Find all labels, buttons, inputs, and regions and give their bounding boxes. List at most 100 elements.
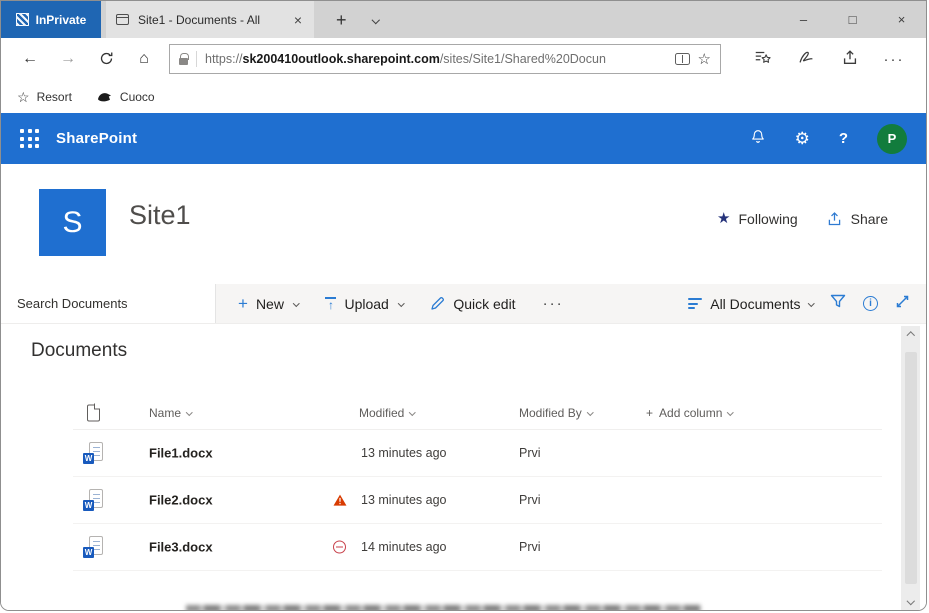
filter-button[interactable] — [830, 293, 846, 314]
file-type-column-header[interactable] — [87, 404, 100, 421]
word-file-icon: W — [83, 442, 103, 464]
favorite-item-cuoco[interactable]: Cuoco — [96, 90, 155, 104]
name-column-header[interactable]: Name — [149, 406, 192, 420]
chevron-down-icon — [409, 409, 415, 415]
maximize-button[interactable]: □ — [828, 1, 877, 38]
browser-tab[interactable]: Site1 - Documents - All × — [106, 1, 314, 38]
modified-by-column-header[interactable]: Modified By — [519, 406, 592, 420]
file-modified: 13 minutes ago — [361, 493, 446, 507]
view-lines-icon — [688, 298, 702, 309]
file-name[interactable]: File1.docx — [149, 446, 213, 461]
document-icon — [87, 404, 100, 421]
sharepoint-app-name[interactable]: SharePoint — [56, 130, 137, 147]
star-icon: ☆ — [17, 90, 30, 104]
more-commands-button[interactable]: ··· — [543, 295, 564, 312]
notifications-button[interactable] — [750, 128, 766, 150]
site-header: S Site1 ★ Following Share — [1, 164, 926, 284]
home-button[interactable]: ⌂ — [125, 50, 163, 68]
minimize-button[interactable]: – — [779, 1, 828, 38]
favorites-hub-button[interactable] — [740, 48, 784, 71]
new-label: New — [256, 296, 284, 312]
plus-icon: + — [238, 295, 248, 312]
tab-list-chevron-icon[interactable] — [371, 16, 379, 24]
upload-button[interactable]: ↑ Upload — [325, 296, 403, 312]
close-window-button[interactable]: × — [877, 1, 926, 38]
add-column-button[interactable]: +Add column — [646, 406, 733, 420]
chevron-down-icon — [293, 300, 299, 306]
back-button[interactable]: ← — [11, 50, 49, 68]
blocked-status-icon — [333, 541, 346, 554]
view-selector[interactable]: All Documents — [688, 296, 813, 312]
settings-gear-icon[interactable]: ⚙ — [795, 130, 810, 147]
word-file-icon: W — [83, 536, 103, 558]
file-row[interactable]: W File2.docx 13 minutes ago Prvi — [73, 477, 882, 524]
scroll-down-icon[interactable] — [907, 596, 915, 604]
search-input[interactable] — [15, 295, 201, 312]
following-label: Following — [739, 211, 798, 227]
search-box[interactable] — [1, 284, 216, 323]
tab-bar: InPrivate Site1 - Documents - All × + – … — [1, 1, 926, 38]
chevron-down-icon — [808, 300, 814, 306]
address-bar[interactable]: https://sk200410outlook.sharepoint.com/s… — [169, 44, 721, 74]
quick-edit-label: Quick edit — [453, 296, 515, 312]
chevron-down-icon — [398, 300, 404, 306]
info-button[interactable]: i — [863, 296, 878, 311]
obscured-text — [186, 605, 701, 611]
share-button[interactable] — [828, 48, 872, 71]
favorite-label: Cuoco — [120, 90, 155, 104]
url-domain: sk200410outlook.sharepoint.com — [243, 52, 440, 66]
expand-button[interactable] — [895, 294, 910, 314]
file-modified-by: Prvi — [519, 493, 541, 507]
cuoco-favicon-icon — [96, 90, 113, 103]
share-icon — [841, 48, 859, 66]
suite-bar-actions: ⚙ ? P — [750, 124, 907, 154]
refresh-button[interactable] — [87, 50, 125, 68]
warning-status-icon — [333, 494, 347, 507]
new-button[interactable]: + New — [238, 295, 298, 312]
browser-window: InPrivate Site1 - Documents - All × + – … — [0, 0, 927, 611]
scroll-up-icon[interactable] — [907, 332, 915, 340]
modified-column-header[interactable]: Modified — [359, 406, 415, 420]
account-avatar[interactable]: P — [877, 124, 907, 154]
command-bar: + New ↑ Upload Quick edit ··· All Docume… — [1, 284, 926, 324]
quick-edit-button[interactable]: Quick edit — [430, 296, 515, 312]
help-button[interactable]: ? — [839, 130, 848, 147]
share-site-button[interactable]: Share — [826, 210, 888, 227]
favorite-label: Resort — [37, 90, 72, 104]
file-name[interactable]: File2.docx — [149, 493, 213, 508]
vertical-scrollbar[interactable] — [901, 326, 920, 610]
commands: + New ↑ Upload Quick edit ··· All Docume… — [216, 284, 926, 323]
file-row[interactable]: W File3.docx 14 minutes ago Prvi — [73, 524, 882, 571]
file-modified-by: Prvi — [519, 446, 541, 460]
app-launcher-waffle-icon[interactable] — [20, 129, 39, 148]
favorite-item-resort[interactable]: ☆ Resort — [17, 90, 72, 104]
favorites-bar: ☆ Resort Cuoco — [1, 80, 926, 113]
forward-button[interactable]: → — [49, 50, 87, 68]
inprivate-badge: InPrivate — [1, 1, 101, 38]
window-controls: – □ × — [779, 1, 926, 38]
file-row[interactable]: W File1.docx 13 minutes ago Prvi — [73, 430, 882, 477]
tab-title: Site1 - Documents - All — [138, 13, 283, 27]
list-title: Documents — [31, 340, 127, 362]
settings-more-button[interactable]: ··· — [872, 51, 916, 68]
url-text[interactable]: https://sk200410outlook.sharepoint.com/s… — [205, 52, 667, 66]
site-logo[interactable]: S — [39, 189, 106, 256]
site-title[interactable]: Site1 — [129, 200, 191, 231]
upload-label: Upload — [344, 296, 388, 312]
following-star-icon: ★ — [717, 211, 730, 226]
new-tab-button[interactable]: + — [330, 11, 353, 29]
tab-close-icon[interactable]: × — [292, 11, 304, 29]
address-toolbar: ← → ⌂ https://sk200410outlook.sharepoint… — [1, 38, 926, 80]
inprivate-icon — [16, 13, 29, 26]
chevron-down-icon — [727, 409, 733, 415]
add-favorite-icon[interactable]: ☆ — [698, 52, 711, 67]
lock-icon — [179, 58, 188, 65]
share-icon — [826, 210, 843, 227]
scrollbar-thumb[interactable] — [905, 352, 917, 584]
reading-view-icon[interactable] — [675, 53, 690, 65]
following-button[interactable]: ★ Following — [717, 211, 798, 227]
annotate-button[interactable] — [784, 48, 828, 71]
file-modified-by: Prvi — [519, 540, 541, 554]
file-name[interactable]: File3.docx — [149, 540, 213, 555]
view-controls: All Documents i — [688, 293, 926, 314]
